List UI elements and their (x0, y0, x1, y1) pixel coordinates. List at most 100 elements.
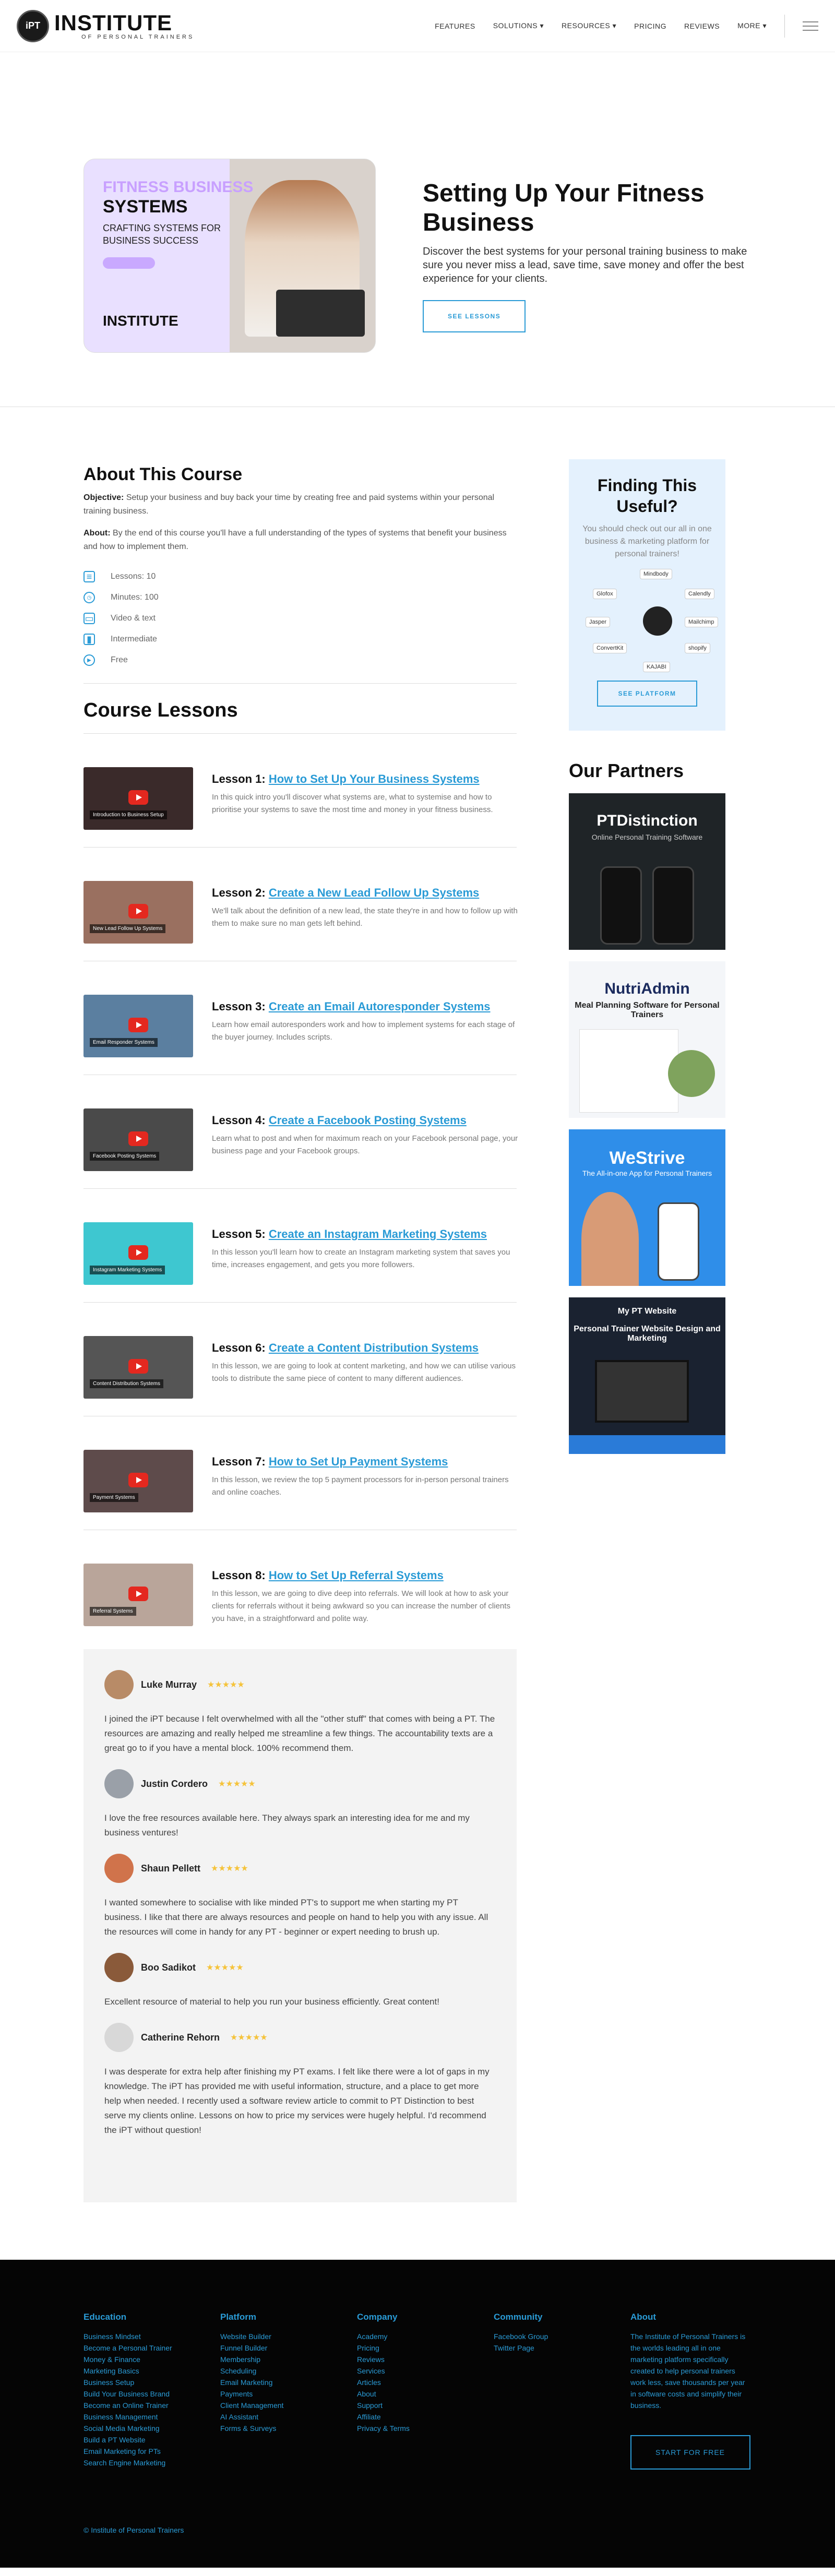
footer-link[interactable]: Business Setup (84, 2377, 220, 2388)
youtube-play-icon[interactable] (128, 1018, 148, 1032)
youtube-play-icon[interactable] (128, 904, 148, 919)
fact-price: ▶ Free (84, 650, 517, 671)
footer-link[interactable]: Payments (220, 2388, 357, 2400)
lesson-thumbnail[interactable]: Referral Systems (84, 1564, 193, 1626)
footer-link[interactable]: Reviews (357, 2354, 494, 2365)
footer-link[interactable]: Affiliate (357, 2411, 494, 2423)
reviewer-name: Boo Sadikot (141, 1962, 196, 1973)
footer-link[interactable]: Business Mindset (84, 2331, 220, 2342)
footer-link[interactable]: Social Media Marketing (84, 2423, 220, 2434)
play-icon: ▶ (84, 654, 95, 666)
footer-link[interactable]: Facebook Group (494, 2331, 630, 2342)
footer-link[interactable]: Services (357, 2365, 494, 2377)
footer-link[interactable]: Funnel Builder (220, 2342, 357, 2354)
youtube-play-icon[interactable] (128, 1245, 148, 1260)
course-cover-image: FITNESS BUSINESS SYSTEMS CRAFTING SYSTEM… (84, 158, 376, 353)
partner-ad-westrive[interactable]: WeStrive The All-in-one App for Personal… (569, 1129, 725, 1286)
footer-link[interactable]: Search Engine Marketing (84, 2457, 220, 2468)
nav-pricing[interactable]: PRICING (634, 22, 666, 30)
footer-link[interactable]: Academy (357, 2331, 494, 2342)
site-footer: Education Business Mindset Become a Person… (0, 2260, 835, 2568)
fact-lessons: ≡ Lessons: 10 (84, 566, 517, 587)
lesson-link[interactable]: Create an Instagram Marketing Systems (269, 1227, 487, 1241)
lesson-item: New Lead Follow Up Systems Lesson 2: Cre… (84, 848, 518, 961)
footer-link[interactable]: Become an Online Trainer (84, 2400, 220, 2411)
footer-col-heading: Company (357, 2312, 398, 2322)
nav-solutions[interactable]: SOLUTIONS ▾ (493, 21, 544, 30)
footer-link[interactable]: AI Assistant (220, 2411, 357, 2423)
lesson-link[interactable]: How to Set Up Your Business Systems (269, 772, 480, 785)
footer-link[interactable]: Client Management (220, 2400, 357, 2411)
footer-link[interactable]: Privacy & Terms (357, 2423, 494, 2434)
start-for-free-button[interactable]: START FOR FREE (630, 2435, 750, 2470)
lesson-link[interactable]: Create a New Lead Follow Up Systems (269, 886, 479, 899)
partner-ad-mypt-website[interactable]: My PT Website Personal Trainer Website D… (569, 1297, 725, 1454)
lesson-link[interactable]: Create a Facebook Posting Systems (269, 1114, 467, 1127)
ad-footer-bar (569, 1435, 725, 1454)
lesson-thumbnail[interactable]: Email Responder Systems (84, 995, 193, 1057)
youtube-play-icon[interactable] (128, 1473, 148, 1487)
site-header: iPT INSTITUTE OF PERSONAL TRAINERS FEATU… (0, 0, 835, 52)
lesson-link[interactable]: Create a Content Distribution Systems (269, 1341, 479, 1354)
lesson-link[interactable]: Create an Email Autoresponder Systems (269, 1000, 491, 1013)
reviewer-name: Shaun Pellett (141, 1863, 201, 1874)
lesson-thumbnail[interactable]: Instagram Marketing Systems (84, 1222, 193, 1285)
footer-link[interactable]: Support (357, 2400, 494, 2411)
footer-col-platform: Platform Website Builder Funnel Builder Mem… (220, 2312, 357, 2470)
logo-mark: iPT (17, 9, 49, 42)
review-text: Excellent resource of material to help y… (104, 1997, 439, 2007)
lesson-link[interactable]: How to Set Up Referral Systems (269, 1569, 444, 1582)
footer-link[interactable]: Pricing (357, 2342, 494, 2354)
integration-label: ConvertKit (593, 643, 627, 653)
meal-plan-preview (579, 1029, 678, 1113)
footer-link[interactable]: About (357, 2388, 494, 2400)
footer-link[interactable]: Forms & Surveys (220, 2423, 357, 2434)
footer-link[interactable]: Twitter Page (494, 2342, 630, 2354)
lesson-link[interactable]: How to Set Up Payment Systems (269, 1455, 448, 1468)
nav-resources[interactable]: RESOURCES ▾ (562, 21, 616, 30)
fact-level: ▮ Intermediate (84, 629, 517, 650)
integration-label: Jasper (586, 617, 611, 627)
footer-link[interactable]: Scheduling (220, 2365, 357, 2377)
fact-format: ▭ Video & text (84, 608, 517, 629)
footer-link[interactable]: Build Your Business Brand (84, 2388, 220, 2400)
cover-pill (103, 257, 155, 269)
youtube-play-icon[interactable] (128, 1587, 148, 1601)
partner-ad-nutriadmin[interactable]: NutriAdmin Meal Planning Software for Pe… (569, 961, 725, 1118)
lesson-thumbnail[interactable]: Payment Systems (84, 1450, 193, 1512)
footer-link[interactable]: Website Builder (220, 2331, 357, 2342)
footer-link[interactable]: Email Marketing (220, 2377, 357, 2388)
footer-link[interactable]: Membership (220, 2354, 357, 2365)
footer-col-heading: Platform (220, 2312, 256, 2322)
nav-reviews[interactable]: REVIEWS (684, 22, 720, 30)
review-item: Catherine Rehorn ★★★★★ I was desperate f… (104, 2023, 496, 2138)
footer-link[interactable]: Become a Personal Trainer (84, 2342, 220, 2354)
lesson-thumbnail[interactable]: New Lead Follow Up Systems (84, 881, 193, 944)
laptop-photo (276, 289, 365, 337)
nav-more[interactable]: MORE ▾ (737, 21, 767, 30)
youtube-play-icon[interactable] (128, 1131, 148, 1146)
footer-link[interactable]: Email Marketing for PTs (84, 2446, 220, 2457)
review-item: Luke Murray ★★★★★ I joined the iPT becau… (104, 1670, 496, 1756)
youtube-play-icon[interactable] (128, 1359, 148, 1374)
review-item: Boo Sadikot ★★★★★ Excellent resource of … (104, 1953, 496, 2009)
lesson-thumbnail[interactable]: Facebook Posting Systems (84, 1108, 193, 1171)
nav-features[interactable]: FEATURES (435, 22, 475, 30)
lesson-thumbnail[interactable]: Content Distribution Systems (84, 1336, 193, 1399)
site-logo[interactable]: iPT INSTITUTE OF PERSONAL TRAINERS (17, 9, 194, 42)
review-text: I love the free resources available here… (104, 1813, 470, 1838)
footer-col-company: Company Academy Pricing Reviews Services Arti… (357, 2312, 494, 2470)
footer-link[interactable]: Business Management (84, 2411, 220, 2423)
youtube-play-icon[interactable] (128, 790, 148, 805)
footer-link[interactable]: Money & Finance (84, 2354, 220, 2365)
hub-logo (643, 606, 672, 636)
hamburger-menu-icon[interactable] (803, 21, 818, 31)
footer-link[interactable]: Articles (357, 2377, 494, 2388)
partner-ad-ptdistinction[interactable]: PTDistinction Online Personal Training S… (569, 793, 725, 950)
footer-link[interactable]: Marketing Basics (84, 2365, 220, 2377)
lesson-thumbnail[interactable]: Introduction to Business Setup (84, 767, 193, 830)
lesson-item: Payment Systems Lesson 7: How to Set Up … (84, 1416, 517, 1530)
see-platform-button[interactable]: SEE PLATFORM (597, 681, 697, 707)
see-lessons-button[interactable]: SEE LESSONS (423, 300, 526, 332)
footer-link[interactable]: Build a PT Website (84, 2434, 220, 2446)
